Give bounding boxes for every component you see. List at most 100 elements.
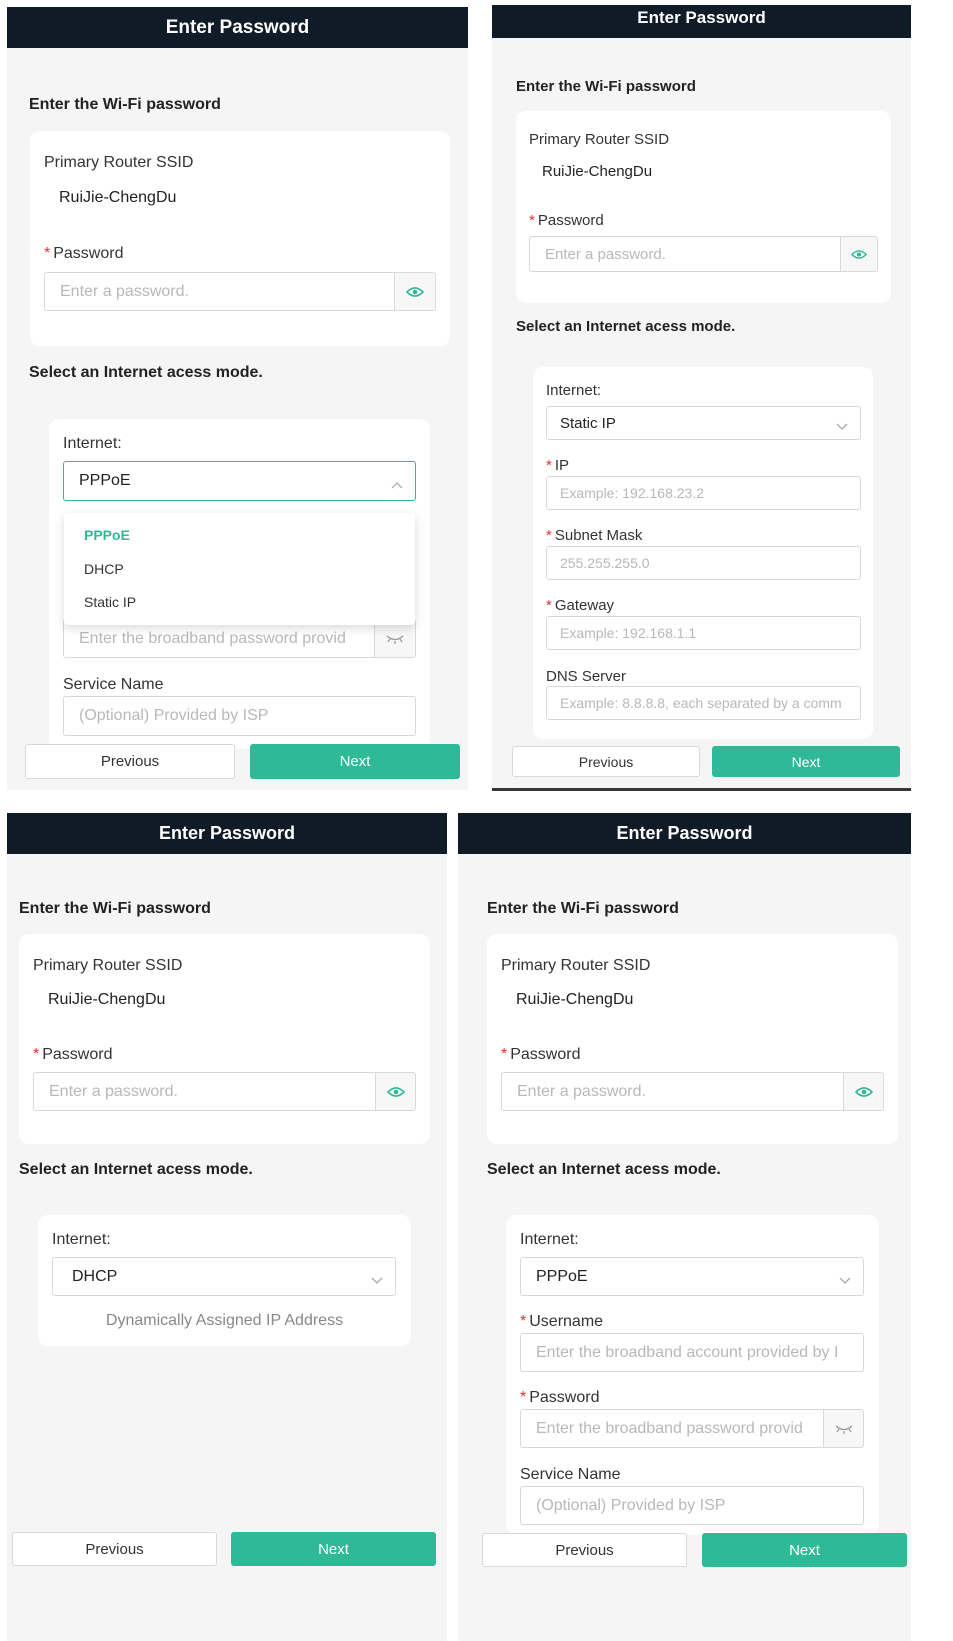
eye-closed-icon[interactable] — [823, 1410, 863, 1447]
wifi-section-title: Enter the Wi-Fi password — [29, 96, 221, 113]
pppoe-password-input[interactable]: Enter the broadband password provid — [520, 1409, 864, 1448]
username-input[interactable]: Enter the broadband account provided by … — [520, 1333, 864, 1372]
wifi-card: Primary Router SSID RuiJie-ChengDu * Pass… — [30, 131, 450, 346]
eye-icon[interactable] — [375, 1073, 415, 1110]
internet-label: Internet: — [520, 1231, 579, 1248]
password-label-text: Password — [537, 212, 604, 229]
ssid-label: Primary Router SSID — [44, 154, 194, 171]
panel-dhcp: Enter Password Enter the Wi-Fi password … — [7, 813, 447, 1641]
pppoe-password-placeholder: Enter the broadband password provid — [536, 1419, 803, 1437]
previous-button[interactable]: Previous — [482, 1533, 687, 1567]
subnet-mask-label: * Subnet Mask — [546, 527, 642, 544]
internet-section-title: Select an Internet acess mode. — [29, 364, 263, 381]
internet-card: Internet: PPPoE * Username Enter the broa… — [506, 1215, 879, 1535]
chevron-down-icon — [839, 1272, 851, 1290]
internet-mode-select[interactable]: Static IP — [546, 406, 861, 440]
chevron-down-icon — [371, 1272, 383, 1290]
eye-closed-icon[interactable] — [374, 620, 415, 657]
dns-server-input[interactable]: Example: 8.8.8.8, each separated by a co… — [546, 686, 861, 720]
panel-bottom-edge — [492, 788, 911, 791]
service-name-input[interactable]: (Optional) Provided by ISP — [63, 696, 416, 736]
required-mark: * — [546, 597, 552, 614]
required-mark: * — [501, 1046, 508, 1063]
required-mark: * — [520, 1389, 527, 1406]
required-mark: * — [546, 457, 552, 474]
dropdown-option-dhcp[interactable]: DHCP — [84, 561, 124, 577]
ssid-label: Primary Router SSID — [529, 131, 670, 148]
wifi-card: Primary Router SSID RuiJie-ChengDu * Pass… — [19, 934, 430, 1144]
internet-mode-value: Static IP — [560, 414, 616, 432]
next-button[interactable]: Next — [231, 1532, 436, 1566]
wifi-section-title: Enter the Wi-Fi password — [516, 78, 696, 95]
dropdown-option-static-ip[interactable]: Static IP — [84, 594, 136, 610]
eye-icon[interactable] — [843, 1073, 883, 1110]
ip-label-text: IP — [554, 457, 570, 474]
page-title: Enter Password — [458, 813, 911, 854]
wifi-card: Primary Router SSID RuiJie-ChengDu * Pass… — [516, 111, 891, 303]
internet-label: Internet: — [52, 1231, 111, 1248]
username-label-text: Username — [529, 1313, 604, 1330]
subnet-mask-label-text: Subnet Mask — [554, 527, 643, 544]
ip-label: * IP — [546, 457, 569, 474]
dns-server-placeholder: Example: 8.8.8.8, each separated by a co… — [560, 695, 842, 711]
gateway-placeholder: Example: 192.168.1.1 — [560, 625, 697, 641]
eye-icon[interactable] — [840, 237, 877, 271]
next-button[interactable]: Next — [702, 1533, 907, 1567]
service-name-input[interactable]: (Optional) Provided by ISP — [520, 1486, 864, 1525]
wifi-password-input[interactable]: Enter a password. — [33, 1072, 416, 1111]
chevron-up-icon — [391, 476, 403, 494]
wifi-password-placeholder: Enter a password. — [545, 245, 666, 263]
service-name-placeholder: (Optional) Provided by ISP — [536, 1496, 726, 1514]
ip-input[interactable]: Example: 192.168.23.2 — [546, 476, 861, 510]
required-mark: * — [520, 1313, 527, 1330]
internet-card: Internet: Static IP * IP Example: 192.168… — [533, 367, 873, 739]
wifi-password-input[interactable]: Enter a password. — [529, 236, 878, 272]
eye-icon[interactable] — [394, 273, 435, 310]
pppoe-password-label-text: Password — [529, 1389, 600, 1406]
previous-button[interactable]: Previous — [512, 746, 700, 777]
dns-server-label: DNS Server — [546, 668, 627, 685]
gateway-input[interactable]: Example: 192.168.1.1 — [546, 616, 861, 650]
service-name-placeholder: (Optional) Provided by ISP — [79, 707, 269, 724]
dhcp-note: Dynamically Assigned IP Address — [105, 1312, 344, 1329]
ssid-value: RuiJie-ChengDu — [516, 991, 634, 1008]
internet-mode-value: DHCP — [72, 1267, 118, 1285]
password-label-text: Password — [53, 245, 124, 262]
ssid-value: RuiJie-ChengDu — [542, 163, 653, 180]
subnet-mask-placeholder: 255.255.255.0 — [560, 555, 650, 571]
gateway-label: * Gateway — [546, 597, 614, 614]
password-label: * Password — [501, 1046, 580, 1064]
dropdown-option-pppoe[interactable]: PPPoE — [84, 527, 130, 543]
subnet-mask-input[interactable]: 255.255.255.0 — [546, 546, 861, 580]
internet-mode-select[interactable]: DHCP — [52, 1257, 396, 1296]
page-title: Enter Password — [492, 5, 911, 38]
wifi-card: Primary Router SSID RuiJie-ChengDu * Pass… — [487, 934, 898, 1144]
internet-label: Internet: — [546, 382, 602, 399]
panel-static-ip: Enter Password Enter the Wi-Fi password … — [492, 5, 911, 790]
internet-section-title: Select an Internet acess mode. — [487, 1161, 721, 1178]
page-title: Enter Password — [7, 813, 447, 854]
pppoe-password-placeholder: Enter the broadband password provid — [79, 629, 346, 647]
required-mark: * — [529, 212, 535, 229]
panel-pppoe-form: Enter Password Enter the Wi-Fi password … — [458, 813, 911, 1641]
gateway-label-text: Gateway — [554, 597, 615, 614]
wifi-password-input[interactable]: Enter a password. — [501, 1072, 884, 1111]
username-placeholder: Enter the broadband account provided by … — [536, 1343, 839, 1361]
password-label: * Password — [33, 1046, 112, 1064]
wifi-password-input[interactable]: Enter a password. — [44, 272, 436, 311]
pppoe-password-label: * Password — [520, 1389, 599, 1407]
password-label-text: Password — [42, 1046, 113, 1063]
next-button[interactable]: Next — [712, 746, 900, 777]
internet-mode-select[interactable]: PPPoE — [63, 461, 416, 501]
password-label: * Password — [529, 212, 604, 229]
internet-mode-select[interactable]: PPPoE — [520, 1257, 864, 1296]
ssid-label: Primary Router SSID — [501, 957, 651, 974]
internet-label: Internet: — [63, 435, 122, 452]
next-button[interactable]: Next — [250, 744, 460, 779]
previous-button[interactable]: Previous — [25, 744, 235, 779]
previous-button[interactable]: Previous — [12, 1532, 217, 1566]
internet-card: Internet: DHCP Dynamically Assigned IP A… — [38, 1215, 411, 1346]
ssid-value: RuiJie-ChengDu — [48, 991, 166, 1008]
internet-mode-dropdown: PPPoE DHCP Static IP — [64, 513, 415, 625]
wifi-section-title: Enter the Wi-Fi password — [487, 900, 679, 917]
